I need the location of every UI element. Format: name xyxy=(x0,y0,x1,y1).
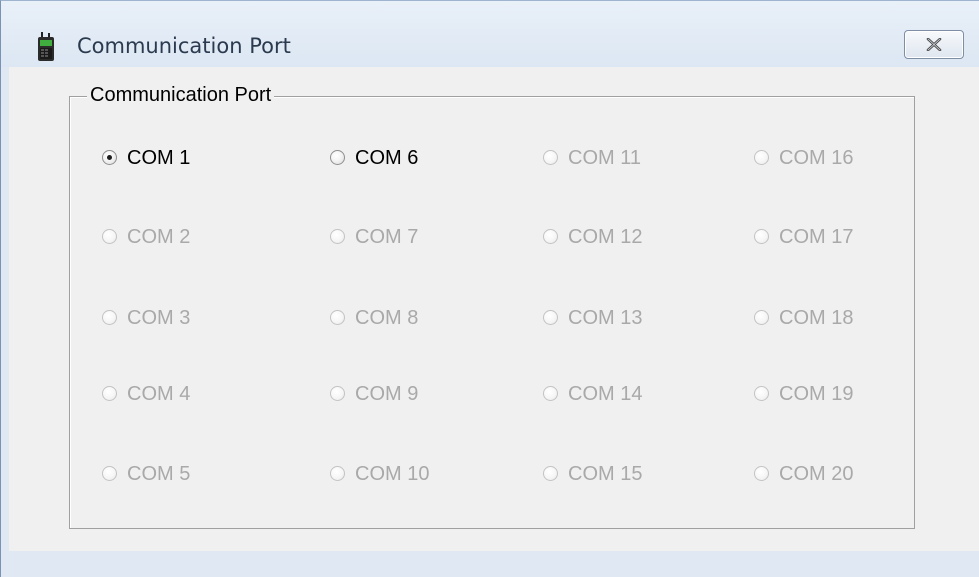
radio-circle xyxy=(543,229,558,244)
radio-label: COM 20 xyxy=(779,463,854,485)
radio-label: COM 15 xyxy=(568,463,643,485)
radio-label: COM 1 xyxy=(127,147,191,169)
radio-com-18[interactable]: COM 18 xyxy=(754,304,944,334)
radio-com-4[interactable]: COM 4 xyxy=(102,380,292,410)
radio-label: COM 5 xyxy=(127,463,191,485)
radio-label: COM 12 xyxy=(568,226,643,248)
radio-com-15[interactable]: COM 15 xyxy=(543,460,733,490)
radio-circle xyxy=(102,150,117,165)
radio-label: COM 13 xyxy=(568,307,643,329)
radio-label: COM 6 xyxy=(355,147,419,169)
communication-port-dialog: Communication Port Communication Port CO… xyxy=(0,0,979,577)
radio-circle xyxy=(754,386,769,401)
radio-label: COM 14 xyxy=(568,383,643,405)
radio-circle xyxy=(754,150,769,165)
radio-com-12[interactable]: COM 12 xyxy=(543,223,733,253)
radio-circle xyxy=(754,229,769,244)
radio-dot xyxy=(107,155,112,160)
title-bar[interactable]: Communication Port xyxy=(1,1,979,67)
radio-label: COM 4 xyxy=(127,383,191,405)
radio-com-9[interactable]: COM 9 xyxy=(330,380,520,410)
radio-com-10[interactable]: COM 10 xyxy=(330,460,520,490)
radio-label: COM 18 xyxy=(779,307,854,329)
radio-circle xyxy=(330,386,345,401)
close-icon xyxy=(926,38,942,51)
radio-handset-icon xyxy=(38,32,54,61)
radio-com-6[interactable]: COM 6 xyxy=(330,144,520,174)
radio-label: COM 3 xyxy=(127,307,191,329)
radio-circle xyxy=(330,150,345,165)
radio-circle xyxy=(102,386,117,401)
radio-com-20[interactable]: COM 20 xyxy=(754,460,944,490)
radio-com-7[interactable]: COM 7 xyxy=(330,223,520,253)
radio-com-5[interactable]: COM 5 xyxy=(102,460,292,490)
radio-label: COM 2 xyxy=(127,226,191,248)
radio-label: COM 17 xyxy=(779,226,854,248)
radio-label: COM 9 xyxy=(355,383,419,405)
radio-circle xyxy=(330,229,345,244)
radio-label: COM 16 xyxy=(779,147,854,169)
radio-com-16[interactable]: COM 16 xyxy=(754,144,944,174)
radio-label: COM 7 xyxy=(355,226,419,248)
radio-com-2[interactable]: COM 2 xyxy=(102,223,292,253)
radio-circle xyxy=(102,229,117,244)
window-title: Communication Port xyxy=(77,34,291,58)
radio-circle xyxy=(543,386,558,401)
radio-label: COM 10 xyxy=(355,463,430,485)
radio-circle xyxy=(102,310,117,325)
radio-com-8[interactable]: COM 8 xyxy=(330,304,520,334)
radio-circle xyxy=(330,310,345,325)
radio-circle xyxy=(330,466,345,481)
group-label: Communication Port xyxy=(87,82,275,108)
radio-circle xyxy=(102,466,117,481)
radio-com-13[interactable]: COM 13 xyxy=(543,304,733,334)
radio-circle xyxy=(754,310,769,325)
radio-com-14[interactable]: COM 14 xyxy=(543,380,733,410)
close-button[interactable] xyxy=(904,30,964,59)
radio-label: COM 8 xyxy=(355,307,419,329)
radio-com-3[interactable]: COM 3 xyxy=(102,304,292,334)
radio-label: COM 11 xyxy=(568,147,641,169)
radio-com-19[interactable]: COM 19 xyxy=(754,380,944,410)
dialog-client-area: Communication Port COM 1 COM 2 COM 3 COM 4 C… xyxy=(9,67,979,551)
radio-circle xyxy=(754,466,769,481)
radio-com-11[interactable]: COM 11 xyxy=(543,144,733,174)
radio-label: COM 19 xyxy=(779,383,854,405)
radio-com-1[interactable]: COM 1 xyxy=(102,144,292,174)
radio-circle xyxy=(543,466,558,481)
radio-circle xyxy=(543,310,558,325)
radio-com-17[interactable]: COM 17 xyxy=(754,223,944,253)
radio-circle xyxy=(543,150,558,165)
communication-port-groupbox: Communication Port COM 1 COM 2 COM 3 COM 4 C… xyxy=(69,82,915,529)
